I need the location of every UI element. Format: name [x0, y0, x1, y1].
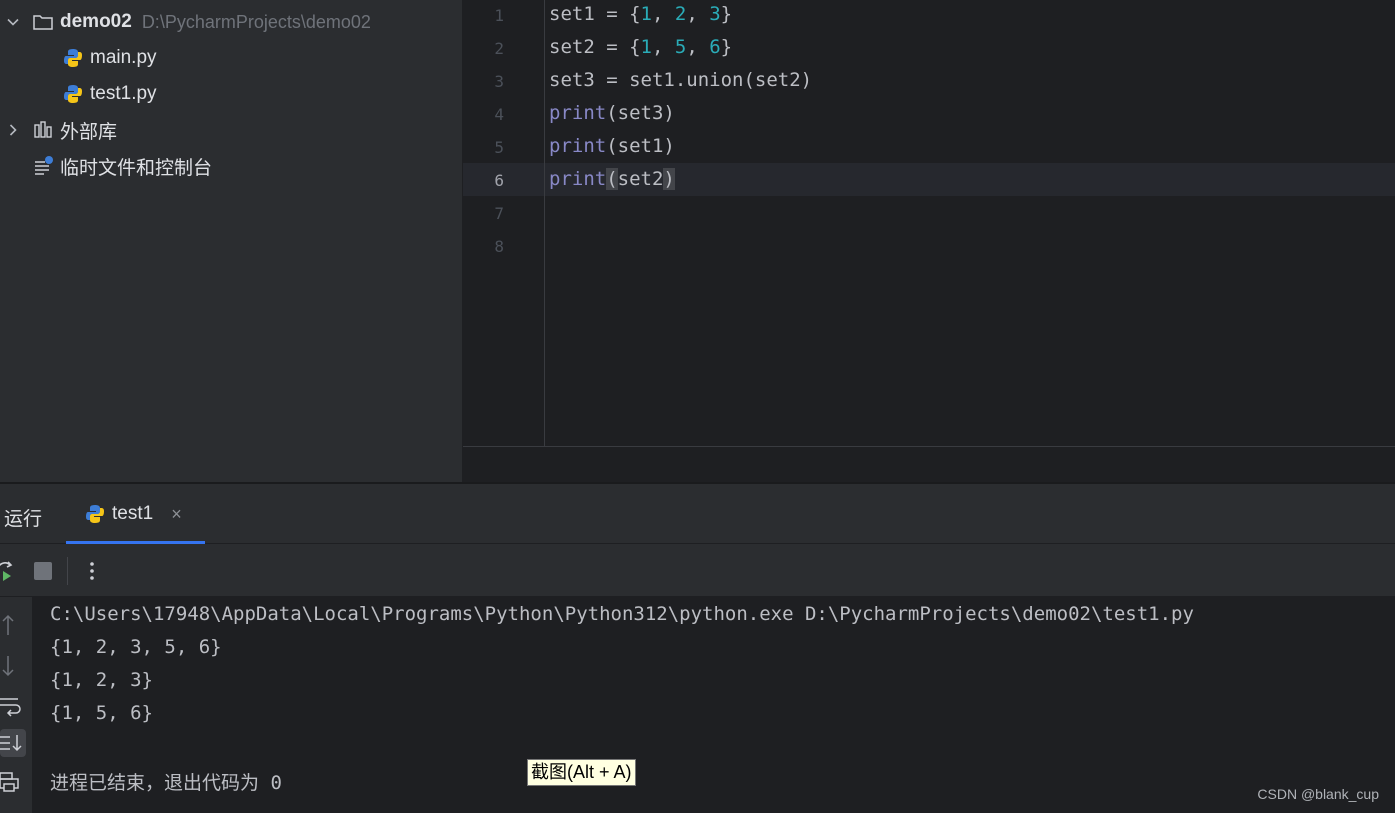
run-tab-test1[interactable]: test1 × [68, 484, 205, 544]
number-literal: 1 [640, 36, 652, 58]
code-line-6[interactable]: print(set2) [549, 163, 675, 196]
project-tool-window: demo02 D:\PycharmProjects\demo02 main.py… [0, 0, 462, 482]
chevron-down-icon[interactable] [6, 15, 20, 29]
code-token: set2 [617, 168, 664, 190]
console-side-toolbar [0, 597, 32, 813]
scroll-down-icon[interactable] [0, 652, 26, 680]
builtin-keyword: print [549, 168, 607, 190]
active-tab-indicator [66, 541, 205, 544]
run-toolbar [0, 545, 1395, 597]
tree-label: 临时文件和控制台 [60, 157, 213, 179]
line-number: 8 [494, 237, 504, 256]
code-token: , [686, 36, 710, 58]
screenshot-tooltip: 截图(Alt + A) [527, 759, 636, 786]
tree-root-demo02[interactable]: demo02 D:\PycharmProjects\demo02 [6, 4, 371, 40]
console-line: {1, 5, 6} [50, 702, 153, 724]
code-token: } [720, 36, 733, 58]
project-name: demo02 [60, 11, 132, 32]
line-number: 1 [494, 6, 504, 25]
line-number: 2 [494, 39, 504, 58]
line-number: 7 [494, 204, 504, 223]
tree-external-libraries[interactable]: 外部库 [6, 112, 117, 148]
line-number: 5 [494, 138, 504, 157]
editor-breadcrumb-bar [463, 446, 1395, 482]
line-number: 4 [494, 105, 504, 124]
code-token: , [651, 36, 675, 58]
stop-icon[interactable] [31, 559, 55, 583]
code-line-3[interactable]: set3 = set1.union(set2) [549, 64, 812, 97]
console-line-exit: 进程已结束，退出代码为 0 [50, 772, 282, 794]
folder-icon [32, 11, 54, 33]
code-token: (set3) [606, 102, 675, 124]
chevron-right-icon[interactable] [6, 123, 20, 137]
number-literal: 3 [709, 3, 721, 25]
soft-wrap-icon[interactable] [0, 692, 26, 720]
watermark: CSDN @blank_cup [1257, 786, 1379, 802]
tree-file-test1-py[interactable]: test1.py [62, 76, 157, 112]
number-literal: 2 [674, 3, 687, 25]
tree-scratches-consoles[interactable]: 临时文件和控制台 [32, 148, 212, 184]
tree-file-main-py[interactable]: main.py [62, 40, 157, 76]
code-line-1[interactable]: set1 = {1, 2, 3} [549, 0, 732, 31]
project-path: D:\PycharmProjects\demo02 [141, 11, 371, 32]
builtin-keyword: print [549, 135, 607, 157]
python-file-icon [62, 83, 84, 105]
scroll-up-icon[interactable] [0, 613, 26, 641]
console-output[interactable]: C:\Users\17948\AppData\Local\Programs\Py… [32, 597, 1395, 813]
run-tab-label: test1 [112, 503, 154, 524]
line-number-current: 6 [494, 171, 504, 190]
tree-file-label: test1.py [90, 83, 157, 104]
code-token: , [686, 3, 710, 25]
rerun-icon[interactable] [0, 559, 18, 583]
more-options-icon[interactable] [80, 559, 104, 583]
scratches-icon [32, 155, 54, 177]
console-line: {1, 2, 3, 5, 6} [50, 636, 222, 658]
code-line-4[interactable]: print(set3) [549, 97, 675, 130]
python-file-icon [62, 47, 84, 69]
code-token: , [651, 3, 675, 25]
matched-paren: ) [663, 168, 675, 190]
number-literal: 6 [709, 36, 721, 58]
run-header: 运行 test1 × [0, 484, 1395, 544]
builtin-keyword: print [549, 102, 607, 124]
console-line: {1, 2, 3} [50, 669, 153, 691]
code-token: set2 = { [549, 36, 641, 58]
tree-label: 外部库 [60, 121, 118, 143]
toolbar-separator [67, 557, 68, 585]
print-icon[interactable] [0, 769, 26, 797]
code-line-2[interactable]: set2 = {1, 5, 6} [549, 31, 732, 64]
line-number: 3 [494, 72, 504, 91]
code-token: } [720, 3, 733, 25]
code-token: (set1) [606, 135, 675, 157]
library-icon [32, 119, 54, 141]
python-file-icon [84, 503, 106, 525]
line-number-gutter: 1 2 3 4 5 6 7 8 [463, 0, 545, 446]
run-tool-window: 运行 test1 × C:\Users\17948\AppData\Local\… [0, 484, 1395, 813]
number-literal: 5 [674, 36, 687, 58]
code-line-5[interactable]: print(set1) [549, 130, 675, 163]
close-icon[interactable]: × [171, 504, 182, 525]
tree-file-label: main.py [90, 47, 157, 68]
code-editor[interactable]: 1 2 3 4 5 6 7 8 set1 = {1, 2, 3} set2 = … [463, 0, 1395, 482]
matched-paren: ( [606, 168, 618, 190]
run-panel-title: 运行 [4, 509, 43, 530]
code-token: set1 = { [549, 3, 641, 25]
number-literal: 1 [640, 3, 652, 25]
scroll-to-end-icon[interactable] [0, 729, 26, 757]
console-line-command: C:\Users\17948\AppData\Local\Programs\Py… [50, 603, 1194, 625]
